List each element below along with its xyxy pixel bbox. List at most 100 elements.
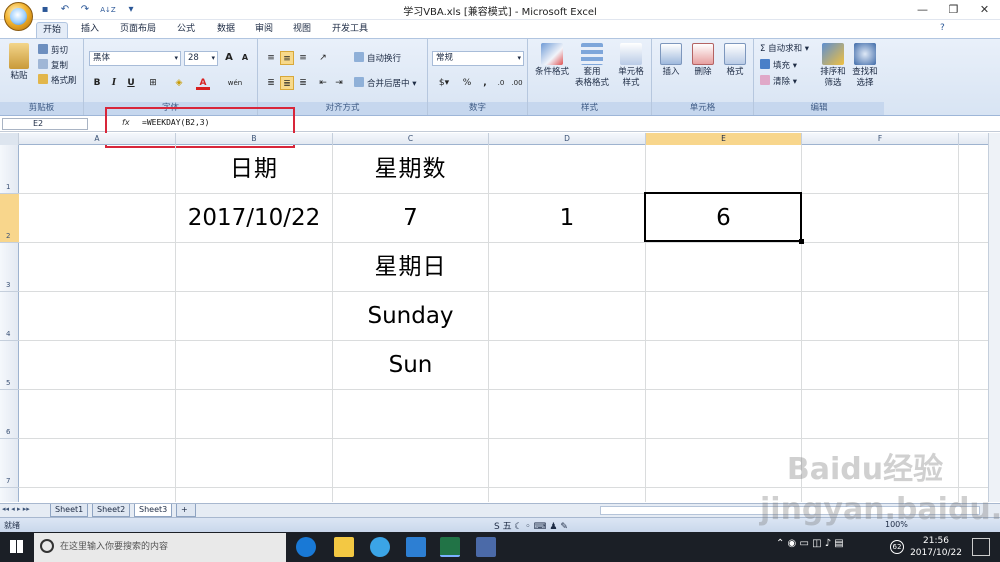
office-button[interactable] [4, 2, 33, 31]
bold-button[interactable]: B [90, 76, 104, 90]
increase-indent-icon[interactable]: ⇥ [332, 76, 346, 90]
tray-icons[interactable]: ⌃ ◉ ▭ ◫ ♪ ▤ [776, 538, 844, 549]
cell-styles-button[interactable]: 单元格 样式 [612, 43, 650, 89]
cell-c2[interactable]: 7 [333, 194, 488, 242]
row-header-1[interactable]: 1 [0, 145, 19, 194]
close-button[interactable]: ✕ [969, 0, 1000, 20]
delete-cells-button[interactable]: 删除 [688, 43, 718, 78]
sort-filter-button[interactable]: 排序和 筛选 [818, 43, 848, 89]
action-center-icon[interactable] [972, 538, 990, 556]
decrease-decimal-icon[interactable]: .00 [510, 76, 524, 90]
format-cells-button[interactable]: 格式 [720, 43, 750, 78]
font-color-icon[interactable]: A [196, 76, 210, 90]
autosum-button[interactable]: Σ 自动求和 ▾ [760, 43, 809, 56]
taskbar-search[interactable]: 在这里输入你要搜索的内容 [34, 533, 286, 562]
vertical-scrollbar[interactable] [988, 133, 1000, 502]
merge-center-button[interactable]: 合并后居中 ▾ [354, 77, 416, 90]
sheet-tab-3[interactable]: Sheet3 [134, 504, 173, 517]
column-header-e[interactable]: E [646, 133, 802, 145]
format-as-table-button[interactable]: 套用 表格格式 [572, 43, 612, 89]
phonetic-button[interactable]: wén [224, 76, 246, 90]
select-all-corner[interactable] [0, 133, 19, 145]
accounting-format-icon[interactable]: $▾ [434, 76, 454, 90]
row-header-2[interactable]: 2 [0, 194, 19, 243]
borders-icon[interactable]: ⊞ [146, 76, 160, 90]
orientation-icon[interactable]: ↗ [316, 51, 330, 65]
edge-browser-icon[interactable] [296, 537, 316, 557]
column-header-f[interactable]: F [802, 133, 959, 145]
column-header-c[interactable]: C [333, 133, 489, 145]
align-bottom-icon[interactable]: ≡ [296, 51, 310, 65]
cell-c4[interactable]: Sunday [333, 292, 488, 340]
row-header-3[interactable]: 3 [0, 243, 19, 292]
shrink-font-button[interactable]: A [238, 51, 252, 65]
underline-button[interactable]: U [124, 76, 138, 90]
tab-view[interactable]: 视图 [286, 22, 318, 38]
cell-grid[interactable]: 日期 星期数 2017/10/22 7 1 6 星期日 Sunday Sun [19, 145, 988, 502]
app-icon[interactable] [406, 537, 426, 557]
row-header-5[interactable]: 5 [0, 341, 19, 390]
fill-color-icon[interactable]: ◈ [172, 76, 186, 90]
name-box[interactable]: E2 [2, 118, 88, 130]
tab-data[interactable]: 数据 [210, 22, 242, 38]
row-header-7[interactable]: 7 [0, 439, 19, 488]
tab-developer[interactable]: 开发工具 [326, 22, 374, 38]
cut-button[interactable]: 剪切 [38, 44, 68, 57]
font-size-select[interactable]: 28 ▾ [184, 51, 218, 66]
comma-button[interactable]: , [478, 76, 492, 90]
active-cell-selection[interactable] [644, 192, 804, 244]
row-header-6[interactable]: 6 [0, 390, 19, 439]
sheet-tab-2[interactable]: Sheet2 [92, 504, 131, 517]
column-header-a[interactable]: A [19, 133, 176, 145]
paste-button[interactable]: 粘贴 [4, 43, 34, 82]
wrap-text-button[interactable]: 自动换行 [354, 52, 401, 65]
cell-c5[interactable]: Sun [333, 341, 488, 389]
app-icon-2[interactable] [476, 537, 496, 557]
file-explorer-icon[interactable] [334, 537, 354, 557]
windows-start-icon[interactable] [10, 540, 23, 553]
align-right-icon[interactable]: ≣ [296, 76, 310, 90]
increase-decimal-icon[interactable]: .0 [494, 76, 508, 90]
copy-button[interactable]: 复制 [38, 59, 68, 72]
font-name-select[interactable]: 黑体 ▾ [89, 51, 181, 66]
sheet-nav-arrows-icon[interactable]: ◂◂ ◂ ▸ ▸▸ [2, 505, 30, 513]
tab-home[interactable]: 开始 [36, 22, 68, 38]
cell-c1[interactable]: 星期数 [333, 145, 488, 193]
grow-font-button[interactable]: A [222, 51, 236, 65]
decrease-indent-icon[interactable]: ⇤ [316, 76, 330, 90]
help-icon[interactable]: ? [940, 23, 945, 33]
tab-page-layout[interactable]: 页面布局 [114, 22, 162, 38]
minimize-button[interactable]: — [907, 0, 938, 20]
tab-formulas[interactable]: 公式 [170, 22, 202, 38]
column-header-b[interactable]: B [176, 133, 333, 145]
insert-sheet-icon[interactable]: + [176, 504, 196, 517]
browser-icon[interactable] [370, 537, 390, 557]
excel-taskbar-icon[interactable] [440, 537, 460, 557]
clear-button[interactable]: 清除 ▾ [760, 75, 797, 88]
percent-button[interactable]: % [460, 76, 474, 90]
align-left-icon[interactable]: ≣ [264, 76, 278, 90]
restore-button[interactable]: ❐ [938, 0, 969, 20]
fill-button[interactable]: 填充 ▾ [760, 59, 797, 72]
cell-b1[interactable]: 日期 [176, 145, 332, 193]
cell-d2[interactable]: 1 [489, 194, 645, 242]
column-header-d[interactable]: D [489, 133, 646, 145]
cell-b2[interactable]: 2017/10/22 [176, 194, 332, 242]
taskbar-clock[interactable]: 21:56 2017/10/22 [906, 535, 966, 559]
ime-toolbar-icon[interactable]: S 五 ☾ ◦ ⌨ ♟ ✎ [494, 519, 568, 532]
align-center-icon[interactable]: ≣ [280, 76, 294, 90]
row-header-4[interactable]: 4 [0, 292, 19, 341]
number-format-select[interactable]: 常规 ▾ [432, 51, 524, 66]
align-middle-icon[interactable]: ≡ [280, 51, 294, 65]
tab-insert[interactable]: 插入 [74, 22, 106, 38]
cell-c3[interactable]: 星期日 [333, 243, 488, 291]
notification-badge[interactable]: 62 [890, 540, 904, 554]
format-painter-button[interactable]: 格式刷 [38, 74, 77, 87]
sheet-tab-1[interactable]: Sheet1 [50, 504, 89, 517]
fill-handle[interactable] [799, 239, 804, 244]
conditional-format-button[interactable]: 条件格式 [532, 43, 572, 78]
align-top-icon[interactable]: ≡ [264, 51, 278, 65]
insert-cells-button[interactable]: 插入 [656, 43, 686, 78]
find-select-button[interactable]: 查找和 选择 [850, 43, 880, 89]
tab-review[interactable]: 审阅 [248, 22, 280, 38]
